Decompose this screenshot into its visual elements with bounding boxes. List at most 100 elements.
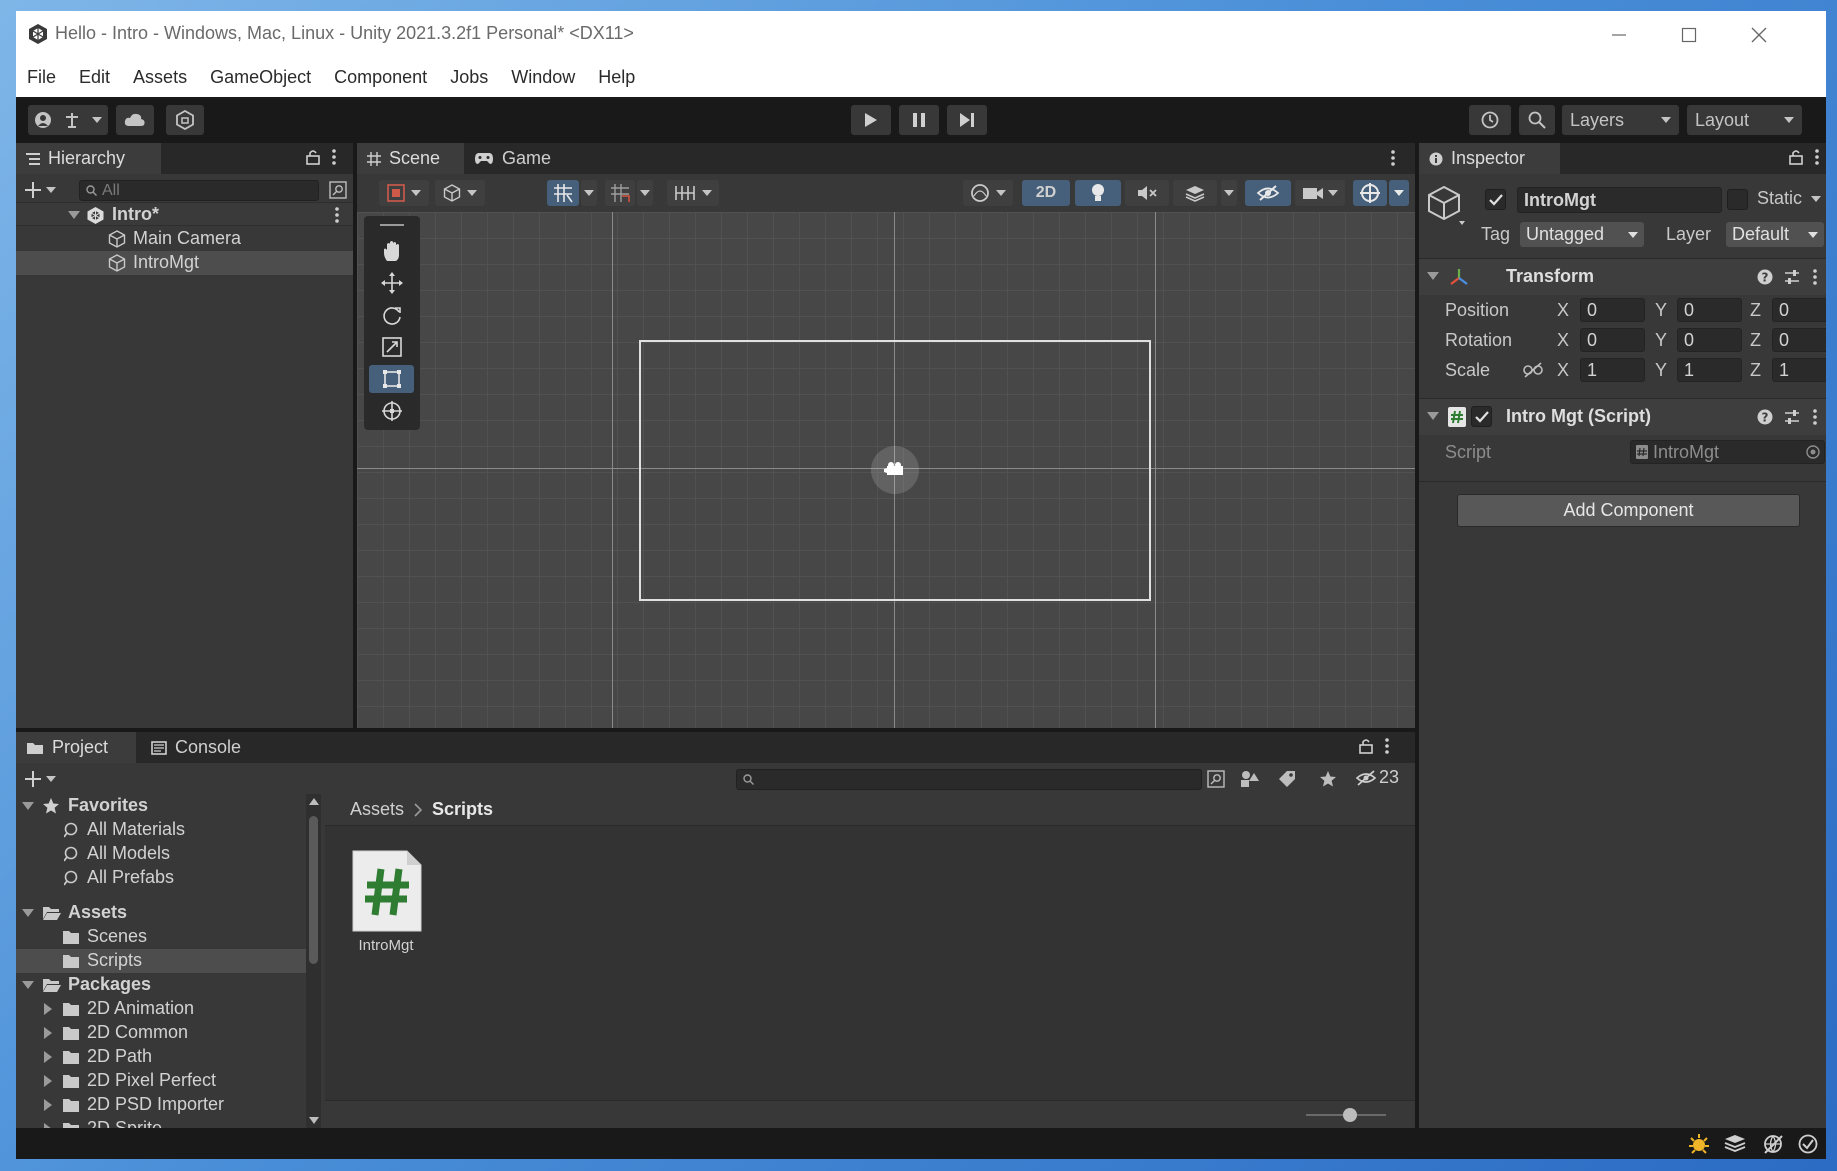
tree-package-2d-sprite[interactable]: 2D Sprite bbox=[16, 1117, 306, 1128]
breadcrumb-assets[interactable]: Assets bbox=[350, 799, 404, 820]
chevron-down-icon[interactable] bbox=[1811, 195, 1821, 203]
camera-gizmo[interactable] bbox=[871, 446, 919, 494]
tree-package-2d-pixel-perfect[interactable]: 2D Pixel Perfect bbox=[16, 1069, 306, 1093]
project-create-dropdown[interactable] bbox=[24, 770, 56, 788]
scale-z-field[interactable]: 1 bbox=[1772, 358, 1826, 382]
lock-icon[interactable] bbox=[306, 149, 320, 165]
active-checkbox[interactable] bbox=[1485, 189, 1506, 210]
tree-packages[interactable]: Packages bbox=[16, 973, 306, 997]
effects-toggle[interactable] bbox=[1173, 180, 1217, 206]
constrain-proportions-icon[interactable] bbox=[1523, 362, 1543, 378]
menu-jobs[interactable]: Jobs bbox=[450, 67, 488, 88]
project-search-input[interactable] bbox=[736, 769, 1202, 790]
orientation-dropdown[interactable] bbox=[963, 180, 1013, 206]
kebab-menu-icon[interactable] bbox=[332, 149, 336, 165]
tree-package-2d-psd-importer[interactable]: 2D PSD Importer bbox=[16, 1093, 306, 1117]
kebab-menu-icon[interactable] bbox=[335, 207, 339, 223]
tree-item-scenes[interactable]: Scenes bbox=[16, 925, 306, 949]
position-y-field[interactable]: 0 bbox=[1677, 298, 1742, 322]
effects-dropdown-arrow[interactable] bbox=[1221, 180, 1237, 206]
hierarchy-item-intromgt[interactable]: IntroMgt bbox=[16, 251, 353, 275]
rotation-x-field[interactable]: 0 bbox=[1580, 328, 1645, 352]
zoom-slider-thumb[interactable] bbox=[1343, 1108, 1357, 1122]
minimize-button[interactable] bbox=[1584, 11, 1654, 58]
hidden-packages-toggle[interactable]: 23 bbox=[1355, 767, 1399, 788]
rotate-tool-button[interactable] bbox=[369, 301, 414, 329]
grid-dropdown-arrow[interactable] bbox=[581, 180, 597, 206]
hierarchy-item-main-camera[interactable]: Main Camera bbox=[16, 227, 353, 251]
asset-item-intromgt[interactable]: IntroMgt bbox=[347, 849, 425, 954]
palette-drag-handle[interactable] bbox=[380, 224, 404, 226]
snap-dropdown-arrow[interactable] bbox=[637, 180, 653, 206]
search-options-icon[interactable] bbox=[1207, 770, 1225, 788]
tab-inspector[interactable]: Inspector bbox=[1419, 143, 1560, 174]
render-mode-dropdown[interactable] bbox=[435, 180, 485, 206]
tab-game[interactable]: Game bbox=[464, 143, 564, 174]
lighting-toggle[interactable] bbox=[1075, 180, 1121, 206]
move-tool-button[interactable] bbox=[369, 269, 414, 297]
kebab-menu-icon[interactable] bbox=[1813, 269, 1817, 285]
breadcrumb-scripts[interactable]: Scripts bbox=[432, 799, 493, 820]
layers-dropdown[interactable]: Layers bbox=[1562, 105, 1679, 135]
camera-dropdown[interactable] bbox=[1295, 180, 1345, 206]
transform-tool-button[interactable] bbox=[369, 397, 414, 425]
tree-item-scripts[interactable]: Scripts bbox=[16, 949, 306, 973]
filter-by-label-icon[interactable] bbox=[1278, 770, 1296, 788]
tab-hierarchy[interactable]: Hierarchy bbox=[16, 143, 161, 174]
menu-edit[interactable]: Edit bbox=[79, 67, 110, 88]
menu-file[interactable]: File bbox=[27, 67, 56, 88]
scroll-up-arrow-icon[interactable] bbox=[309, 798, 319, 806]
play-button[interactable] bbox=[851, 105, 891, 135]
tree-scrollbar[interactable] bbox=[306, 794, 321, 1128]
increment-snap-dropdown[interactable] bbox=[667, 180, 719, 206]
object-picker-icon[interactable] bbox=[1806, 445, 1820, 459]
2d-mode-toggle[interactable]: 2D bbox=[1022, 180, 1070, 206]
gizmos-dropdown-arrow[interactable] bbox=[1389, 180, 1409, 206]
rect-tool-button[interactable] bbox=[369, 365, 414, 393]
menu-gameobject[interactable]: GameObject bbox=[210, 67, 311, 88]
close-window-button[interactable] bbox=[1724, 11, 1794, 58]
transform-header[interactable]: Transform ? bbox=[1419, 258, 1826, 295]
collapsed-arrow-icon[interactable] bbox=[44, 1027, 53, 1039]
tree-package-2d-path[interactable]: 2D Path bbox=[16, 1045, 306, 1069]
tree-scrollbar-thumb[interactable] bbox=[309, 816, 318, 964]
menu-component[interactable]: Component bbox=[334, 67, 427, 88]
cloud-button[interactable] bbox=[116, 105, 154, 135]
layer-dropdown[interactable]: Default bbox=[1726, 222, 1824, 247]
presets-icon[interactable] bbox=[1784, 269, 1800, 285]
lock-icon[interactable] bbox=[1789, 149, 1803, 165]
collapsed-arrow-icon[interactable] bbox=[44, 1051, 53, 1063]
script-enabled-checkbox[interactable] bbox=[1471, 406, 1492, 427]
scale-x-field[interactable]: 1 bbox=[1580, 358, 1645, 382]
script-component-header[interactable]: Intro Mgt (Script) ? bbox=[1419, 398, 1826, 435]
history-button[interactable] bbox=[1469, 105, 1511, 135]
menu-assets[interactable]: Assets bbox=[133, 67, 187, 88]
maximize-button[interactable] bbox=[1654, 11, 1724, 58]
bug-warning-icon[interactable] bbox=[1688, 1133, 1710, 1155]
kebab-menu-icon[interactable] bbox=[1813, 409, 1817, 425]
object-name-field[interactable]: IntroMgt bbox=[1517, 187, 1722, 213]
kebab-menu-icon[interactable] bbox=[1385, 738, 1389, 754]
progress-complete-icon[interactable] bbox=[1797, 1133, 1819, 1155]
tree-item-all-materials[interactable]: All Materials bbox=[16, 818, 306, 842]
scene-viewport[interactable] bbox=[357, 212, 1415, 728]
scene-row[interactable]: Intro* bbox=[16, 202, 353, 226]
hand-tool-button[interactable] bbox=[369, 237, 414, 265]
favorite-star-icon[interactable] bbox=[1319, 770, 1337, 788]
position-x-field[interactable]: 0 bbox=[1580, 298, 1645, 322]
presets-icon[interactable] bbox=[1784, 409, 1800, 425]
rotation-z-field[interactable]: 0 bbox=[1772, 328, 1826, 352]
audio-toggle[interactable] bbox=[1125, 180, 1169, 206]
account-dropdown[interactable] bbox=[28, 105, 108, 135]
scale-y-field[interactable]: 1 bbox=[1677, 358, 1742, 382]
kebab-menu-icon[interactable] bbox=[1815, 149, 1819, 165]
script-object-field[interactable]: IntroMgt bbox=[1630, 440, 1825, 464]
cache-server-icon[interactable] bbox=[1724, 1133, 1746, 1155]
static-checkbox[interactable] bbox=[1727, 189, 1748, 210]
expand-arrow-icon[interactable] bbox=[68, 211, 80, 220]
draw-mode-dropdown[interactable] bbox=[379, 180, 429, 206]
tab-scene[interactable]: Scene bbox=[357, 143, 464, 174]
gizmos-toggle[interactable] bbox=[1353, 180, 1387, 206]
tree-item-all-prefabs[interactable]: All Prefabs bbox=[16, 866, 306, 890]
collapsed-arrow-icon[interactable] bbox=[44, 1099, 53, 1111]
